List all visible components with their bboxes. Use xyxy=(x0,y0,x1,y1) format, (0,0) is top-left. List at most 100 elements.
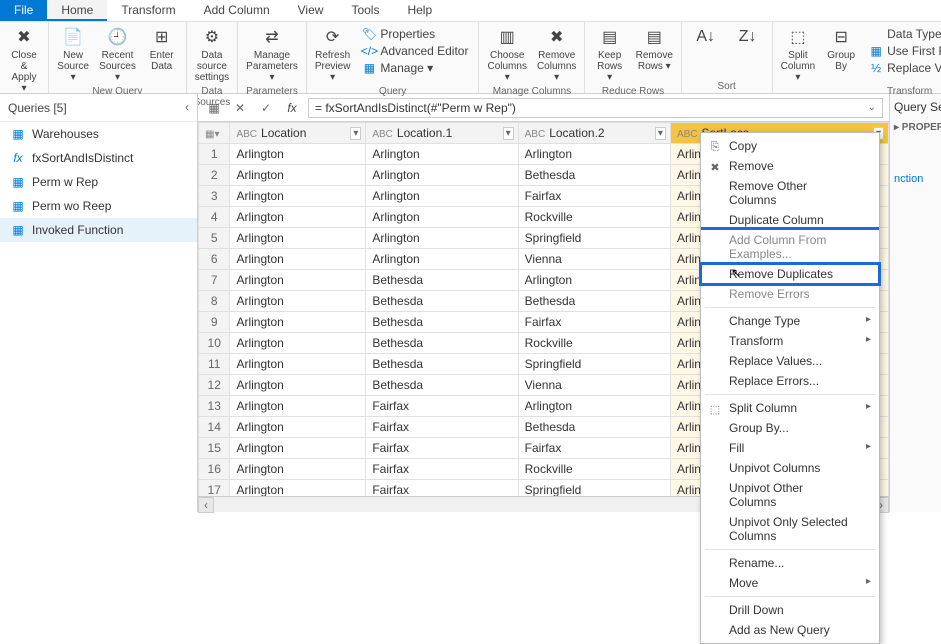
menu-view[interactable]: View xyxy=(284,0,338,21)
menu-home[interactable]: Home xyxy=(47,0,107,21)
cell[interactable]: Fairfax xyxy=(366,396,518,417)
cell[interactable]: Vienna xyxy=(518,375,670,396)
commit-icon[interactable]: ✓ xyxy=(256,98,276,118)
ribbon-keep-button[interactable]: ▤Keep Rows ▾ xyxy=(589,24,629,85)
cell[interactable]: Rockville xyxy=(518,459,670,480)
menu-replace-values-[interactable]: Replace Values... xyxy=(701,351,879,371)
cell[interactable]: Arlington xyxy=(230,333,366,354)
ribbon-remove-button[interactable]: ▤Remove Rows ▾ xyxy=(632,24,677,74)
ribbon-enter-button[interactable]: ⊞Enter Data xyxy=(142,24,182,74)
menu-copy[interactable]: ⎘Copy xyxy=(701,136,879,156)
ribbon-refresh-button[interactable]: ⟳Refresh Preview ▾ xyxy=(311,24,355,85)
cancel-icon[interactable]: ✕ xyxy=(230,98,250,118)
menu-remove-duplicates[interactable]: Remove Duplicates↖ xyxy=(701,264,879,284)
ribbon-close--button[interactable]: ✖Close & Apply ▾ xyxy=(4,24,44,96)
table-icon[interactable]: ▦ xyxy=(204,98,224,118)
menu-file[interactable]: File xyxy=(0,0,47,21)
cell[interactable]: Bethesda xyxy=(366,333,518,354)
cell[interactable]: Arlington xyxy=(518,270,670,291)
cell[interactable]: Rockville xyxy=(518,207,670,228)
cell[interactable]: Fairfax xyxy=(518,312,670,333)
cell[interactable]: 17 xyxy=(199,480,230,497)
cell[interactable]: 16 xyxy=(199,459,230,480)
cell[interactable]: Arlington xyxy=(230,459,366,480)
cell[interactable]: Fairfax xyxy=(366,480,518,497)
cell[interactable]: Springfield xyxy=(518,228,670,249)
menu-replace-errors-[interactable]: Replace Errors... xyxy=(701,371,879,391)
query-item-invoked-function[interactable]: ▦Invoked Function xyxy=(0,218,197,242)
cell[interactable]: Arlington xyxy=(230,480,366,497)
ribbon-recent-button[interactable]: 🕘Recent Sources ▾ xyxy=(95,24,139,85)
cell[interactable]: Arlington xyxy=(366,186,518,207)
column-header-rownum[interactable]: ▦▾ xyxy=(199,123,230,144)
cell[interactable]: Bethesda xyxy=(366,312,518,333)
cell[interactable]: Arlington xyxy=(230,438,366,459)
cell[interactable]: Arlington xyxy=(230,165,366,186)
cell[interactable]: Rockville xyxy=(518,333,670,354)
menu-move[interactable]: Move▸ xyxy=(701,573,879,593)
menu-unpivot-only-selected-columns[interactable]: Unpivot Only Selected Columns xyxy=(701,512,879,546)
menu-unpivot-columns[interactable]: Unpivot Columns xyxy=(701,458,879,478)
cell[interactable]: 10 xyxy=(199,333,230,354)
cell[interactable]: Fairfax xyxy=(518,438,670,459)
ribbon-remove-button[interactable]: ✖Remove Columns ▾ xyxy=(533,24,580,85)
cell[interactable]: Fairfax xyxy=(366,459,518,480)
ribbon-advanced-editor-button[interactable]: </>Advanced Editor xyxy=(358,43,472,59)
column-header-location[interactable]: ABCLocation▾ xyxy=(230,123,366,144)
menu-drill-down[interactable]: Drill Down xyxy=(701,600,879,620)
ribbon-a--button[interactable]: A↓ xyxy=(686,24,726,52)
cell[interactable]: Arlington xyxy=(518,396,670,417)
menu-transform[interactable]: Transform▸ xyxy=(701,331,879,351)
cell[interactable]: 2 xyxy=(199,165,230,186)
cell[interactable]: Bethesda xyxy=(366,291,518,312)
ribbon-manage--button[interactable]: ▦Manage ▾ xyxy=(358,60,472,76)
cell[interactable]: Arlington xyxy=(518,144,670,165)
menu-group-by-[interactable]: Group By... xyxy=(701,418,879,438)
ribbon-new-button[interactable]: 📄New Source ▾ xyxy=(53,24,93,85)
ribbon-manage-button[interactable]: ⇄Manage Parameters ▾ xyxy=(242,24,302,85)
cell[interactable]: Bethesda xyxy=(366,375,518,396)
cell[interactable]: 1 xyxy=(199,144,230,165)
menu-fill[interactable]: Fill▸ xyxy=(701,438,879,458)
chevron-left-icon[interactable]: ‹ xyxy=(185,100,189,114)
cell[interactable]: Arlington xyxy=(230,186,366,207)
cell[interactable]: Arlington xyxy=(230,375,366,396)
cell[interactable]: 8 xyxy=(199,291,230,312)
ribbon-data-source-button[interactable]: ⚙Data source settings xyxy=(191,24,233,85)
cell[interactable]: Arlington xyxy=(366,165,518,186)
cell[interactable]: Arlington xyxy=(230,417,366,438)
menu-add-column-from-examples-[interactable]: Add Column From Examples... xyxy=(701,227,879,264)
query-item-perm-wo-reep[interactable]: ▦Perm wo Reep xyxy=(0,194,197,218)
cell[interactable]: 11 xyxy=(199,354,230,375)
fx-icon[interactable]: fx xyxy=(282,98,302,118)
menu-remove-errors[interactable]: Remove Errors xyxy=(701,284,879,304)
cell[interactable]: 7 xyxy=(199,270,230,291)
cell[interactable]: 3 xyxy=(199,186,230,207)
cell[interactable]: Arlington xyxy=(230,291,366,312)
cell[interactable]: Arlington xyxy=(230,396,366,417)
cell[interactable]: Arlington xyxy=(366,207,518,228)
cell[interactable]: Springfield xyxy=(518,480,670,497)
menu-remove-other-columns[interactable]: Remove Other Columns xyxy=(701,176,879,210)
scroll-left-icon[interactable]: ‹ xyxy=(198,497,214,513)
column-header-location-1[interactable]: ABCLocation.1▾ xyxy=(366,123,518,144)
menu-transform[interactable]: Transform xyxy=(107,0,189,21)
cell[interactable]: Bethesda xyxy=(518,165,670,186)
column-header-location-2[interactable]: ABCLocation.2▾ xyxy=(518,123,670,144)
cell[interactable]: Arlington xyxy=(366,249,518,270)
ribbon-split-button[interactable]: ⬚Split Column ▾ xyxy=(777,24,819,85)
cell[interactable]: 9 xyxy=(199,312,230,333)
menu-rename-[interactable]: Rename... xyxy=(701,553,879,573)
ribbon-choose-button[interactable]: ▥Choose Columns ▾ xyxy=(483,24,530,85)
cell[interactable]: Springfield xyxy=(518,354,670,375)
cell[interactable]: Arlington xyxy=(366,144,518,165)
cell[interactable]: Bethesda xyxy=(518,417,670,438)
cell[interactable]: Arlington xyxy=(230,144,366,165)
cell[interactable]: Bethesda xyxy=(366,354,518,375)
cell[interactable]: Arlington xyxy=(230,207,366,228)
ribbon-z--button[interactable]: Z↓ xyxy=(728,24,768,52)
menu-help[interactable]: Help xyxy=(393,0,446,21)
ribbon-replace-values-button[interactable]: ½Replace Values xyxy=(865,60,941,76)
cell[interactable]: 15 xyxy=(199,438,230,459)
cell[interactable]: 4 xyxy=(199,207,230,228)
